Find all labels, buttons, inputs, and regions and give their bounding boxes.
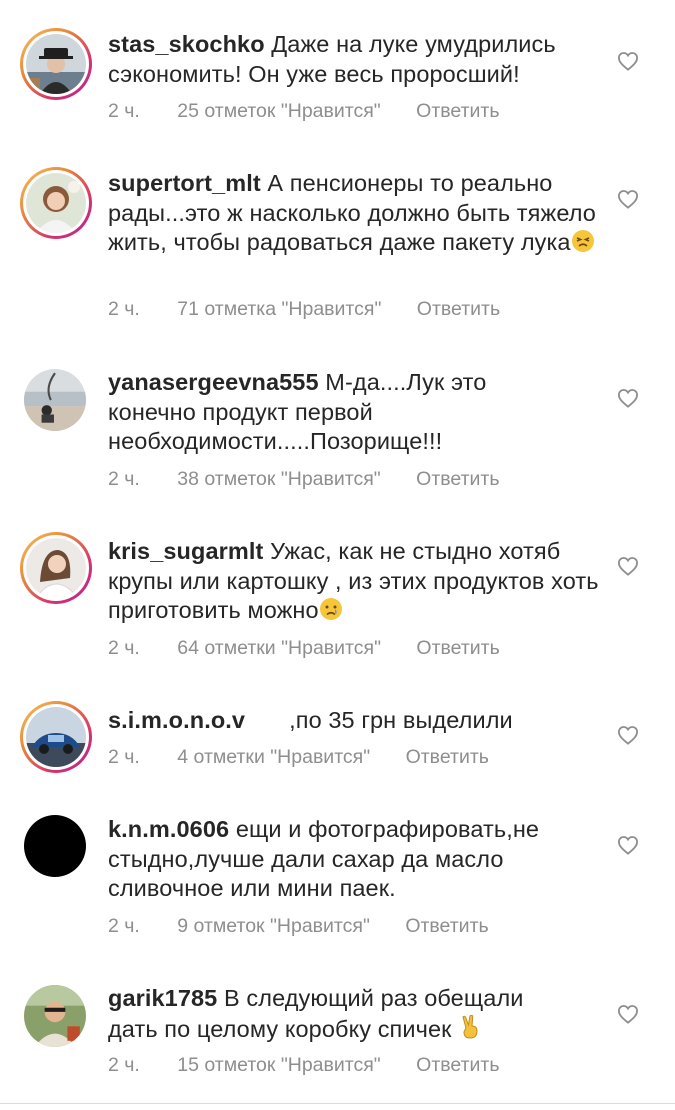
comment-time: 2 ч. <box>108 915 140 937</box>
black-avatar-icon <box>24 815 86 877</box>
car-avatar-icon <box>26 707 86 767</box>
comment-username[interactable]: kris_sugarmlt <box>108 538 263 564</box>
comment-time: 2 ч. <box>108 298 140 320</box>
comment-likes[interactable]: 15 отметок "Нравится" <box>177 1054 380 1076</box>
avatar[interactable] <box>24 815 86 877</box>
heart-icon[interactable] <box>617 51 639 71</box>
comment-username[interactable]: garik1785 <box>108 985 217 1011</box>
reply-button[interactable]: Ответить <box>416 468 499 490</box>
comment-username[interactable]: s.i.m.o.n.o.v <box>108 707 245 733</box>
woman-portrait-avatar-icon <box>26 173 86 233</box>
heart-icon[interactable] <box>617 189 639 209</box>
comment-username[interactable]: stas_skochko <box>108 31 265 57</box>
man-outdoor-avatar-icon <box>24 985 86 1047</box>
heart-icon[interactable] <box>617 556 639 576</box>
comment-time: 2 ч. <box>108 1054 140 1076</box>
reply-button[interactable]: Ответить <box>406 746 489 768</box>
comment-likes[interactable]: 64 отметки "Нравится" <box>177 637 381 659</box>
heart-icon[interactable] <box>617 725 639 745</box>
avatar[interactable] <box>24 985 86 1047</box>
woman-white-shirt-avatar-icon <box>26 538 86 598</box>
avatar[interactable] <box>20 701 92 773</box>
reply-button[interactable]: Ответить <box>417 298 500 320</box>
comment-time: 2 ч. <box>108 637 140 659</box>
heart-icon[interactable] <box>617 835 639 855</box>
persevering-face-emoji-icon <box>571 229 595 261</box>
reply-button[interactable]: Ответить <box>416 1054 499 1076</box>
comment-likes[interactable]: 71 отметка "Нравится" <box>177 298 381 320</box>
crying-face-emoji-icon <box>319 597 343 629</box>
beach-avatar-icon <box>24 369 86 431</box>
victory-hand-emoji-icon <box>458 1014 482 1048</box>
comment-time: 2 ч. <box>108 100 140 122</box>
avatar[interactable] <box>24 369 86 431</box>
comment-username[interactable]: yanasergeevna555 <box>108 369 319 395</box>
comment-username[interactable]: k.n.m.0606 <box>108 816 229 842</box>
comment-time: 2 ч. <box>108 746 140 768</box>
divider <box>0 1103 675 1104</box>
heart-icon[interactable] <box>617 1004 639 1024</box>
avatar[interactable] <box>20 28 92 100</box>
avatar[interactable] <box>20 167 92 239</box>
avatar[interactable] <box>20 532 92 604</box>
reply-button[interactable]: Ответить <box>416 637 499 659</box>
comment-time: 2 ч. <box>108 468 140 490</box>
man-in-hat-avatar-icon <box>26 34 86 94</box>
comment-text: ,по 35 грн выделили <box>289 707 513 733</box>
comment-likes[interactable]: 25 отметок "Нравится" <box>177 100 380 122</box>
heart-icon[interactable] <box>617 388 639 408</box>
comment-likes[interactable]: 9 отметок "Нравится" <box>177 915 370 937</box>
comment-likes[interactable]: 4 отметки "Нравится" <box>177 746 370 768</box>
comment-username[interactable]: supertort_mlt <box>108 170 261 196</box>
comment-likes[interactable]: 38 отметок "Нравится" <box>177 468 380 490</box>
reply-button[interactable]: Ответить <box>416 100 499 122</box>
reply-button[interactable]: Ответить <box>405 915 488 937</box>
